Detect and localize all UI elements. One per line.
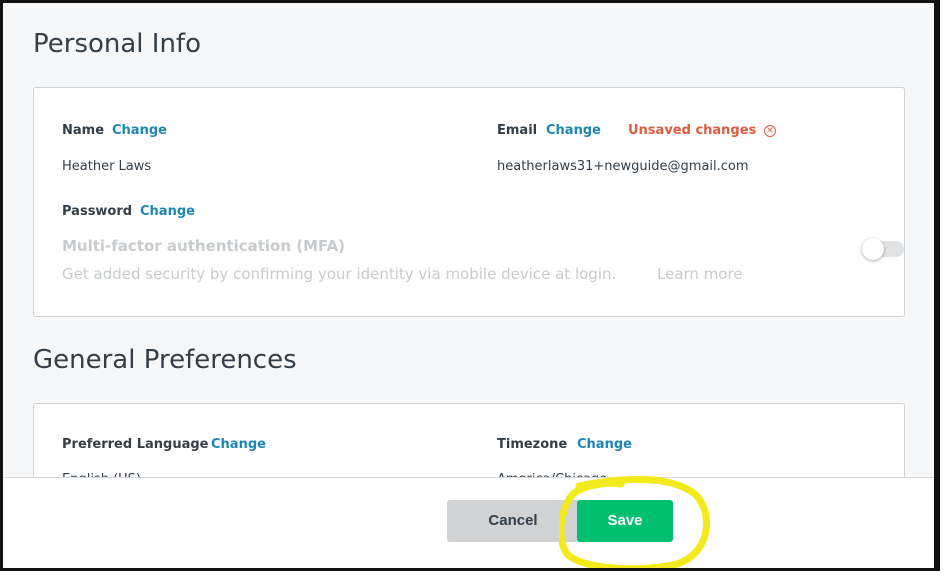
timezone-label: Timezone: [497, 437, 568, 452]
email-value: heatherlaws31+newguide@gmail.com: [497, 159, 749, 174]
name-label: Name: [62, 123, 105, 138]
password-label: Password: [62, 204, 133, 219]
language-change-link[interactable]: Change: [211, 437, 266, 452]
highlight-annotation: [559, 476, 711, 568]
mfa-title: Multi-factor authentication (MFA): [62, 237, 346, 255]
mfa-learn-more-link[interactable]: Learn more: [657, 265, 743, 283]
name-value: Heather Laws: [62, 159, 152, 174]
personal-info-heading: Personal Info: [33, 29, 201, 59]
name-change-link[interactable]: Change: [112, 123, 167, 138]
personal-info-card: Name Change Heather Laws Email Change Un…: [33, 87, 905, 317]
unsaved-changes-label: Unsaved changes: [628, 123, 757, 138]
close-circle-icon[interactable]: ×: [764, 125, 776, 137]
mfa-description: Get added security by confirming your id…: [62, 265, 617, 283]
settings-window: Personal Info Name Change Heather Laws E…: [0, 0, 940, 571]
mfa-toggle[interactable]: [862, 238, 904, 260]
password-change-link[interactable]: Change: [140, 204, 195, 219]
mfa-toggle-knob: [862, 238, 884, 260]
email-label: Email: [497, 123, 538, 138]
email-change-link[interactable]: Change: [546, 123, 601, 138]
action-footer: Cancel Save: [3, 477, 934, 568]
language-label: Preferred Language: [62, 437, 209, 452]
timezone-change-link[interactable]: Change: [577, 437, 632, 452]
general-preferences-heading: General Preferences: [33, 345, 297, 375]
